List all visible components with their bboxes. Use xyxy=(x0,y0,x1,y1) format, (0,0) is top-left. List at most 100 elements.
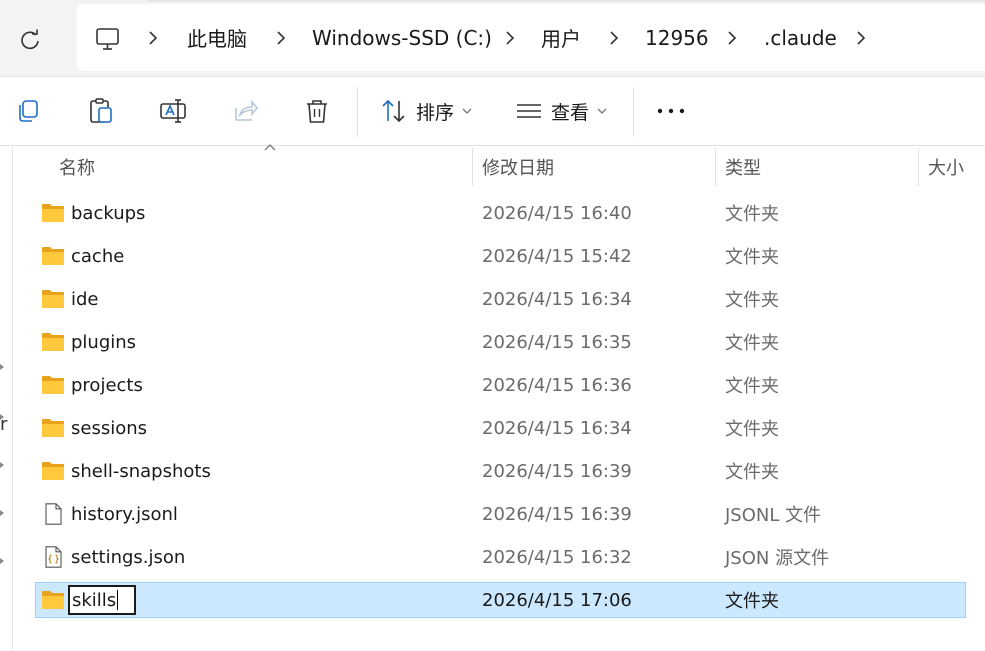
file-type: 文件夹 xyxy=(725,462,779,483)
text-caret xyxy=(117,590,119,610)
copy-icon xyxy=(19,100,38,122)
breadcrumb-current-folder[interactable]: .claude xyxy=(764,4,837,71)
file-type: 文件夹 xyxy=(725,591,779,612)
view-icon xyxy=(517,104,541,118)
paste-button[interactable] xyxy=(86,89,116,133)
rename-input-value: skills xyxy=(72,589,117,611)
breadcrumb-chevron-icon[interactable] xyxy=(500,28,520,48)
share-icon xyxy=(235,99,259,121)
sort-label: 排序 xyxy=(416,101,455,124)
folder-icon xyxy=(42,290,64,308)
folder-icon xyxy=(42,333,64,351)
file-type: 文件夹 xyxy=(725,333,779,354)
list-item[interactable]: sessions 2026/4/15 16:34 文件夹 xyxy=(35,410,966,446)
file-type: 文件夹 xyxy=(725,419,779,440)
address-bar[interactable]: 此电脑 Windows-SSD (C:) 用户 12956 .claude xyxy=(77,4,985,71)
file-icon xyxy=(45,503,62,525)
file-date: 2026/4/15 16:39 xyxy=(482,460,632,482)
list-item[interactable]: settings.json 2026/4/15 16:32 JSON 源文件 xyxy=(35,539,966,575)
list-item[interactable]: shell-snapshots 2026/4/15 16:39 文件夹 xyxy=(35,453,966,489)
file-date: 2026/4/15 16:36 xyxy=(482,374,632,396)
list-item[interactable]: backups 2026/4/15 16:40 文件夹 xyxy=(35,195,966,231)
file-date: 2026/4/15 16:32 xyxy=(482,546,632,568)
column-divider[interactable] xyxy=(472,148,473,186)
refresh-icon xyxy=(21,29,39,50)
file-name: ide xyxy=(71,288,99,310)
folder-icon xyxy=(42,591,64,609)
file-name: history.jsonl xyxy=(71,503,178,525)
file-date: 2026/4/15 16:39 xyxy=(482,503,632,525)
file-name: cache xyxy=(71,245,125,267)
file-type: JSON 源文件 xyxy=(725,548,830,569)
more-icon xyxy=(657,108,685,114)
list-item[interactable]: history.jsonl 2026/4/15 16:39 JSONL 文件 xyxy=(35,496,966,532)
breadcrumb-user-folder[interactable]: 12956 xyxy=(645,4,709,71)
breadcrumb-this-pc[interactable]: 此电脑 xyxy=(187,4,247,71)
top-divider xyxy=(147,0,985,2)
file-name: plugins xyxy=(71,331,137,353)
trash-icon xyxy=(307,100,327,123)
file-date: 2026/4/15 16:40 xyxy=(482,202,632,224)
list-item[interactable]: ide 2026/4/15 16:34 文件夹 xyxy=(35,281,966,317)
folder-icon xyxy=(42,462,64,480)
expand-chevron-icon[interactable] xyxy=(0,462,4,468)
navigation-pane[interactable]: r xyxy=(0,146,13,651)
expand-chevron-icon[interactable] xyxy=(0,364,4,370)
column-header-date[interactable]: 修改日期 xyxy=(482,146,554,188)
file-name: projects xyxy=(71,374,143,396)
column-header-type[interactable]: 类型 xyxy=(725,146,761,188)
file-type: 文件夹 xyxy=(725,247,779,268)
toolbar-separator xyxy=(357,87,358,137)
expand-chevron-icon[interactable] xyxy=(0,558,4,564)
file-name: sessions xyxy=(71,417,148,439)
sort-ascending-icon xyxy=(264,144,276,151)
file-name: shell-snapshots xyxy=(71,460,211,482)
list-item[interactable]: cache 2026/4/15 15:42 文件夹 xyxy=(35,238,966,274)
sort-icon xyxy=(382,99,405,123)
breadcrumb-chevron-icon[interactable] xyxy=(722,28,742,48)
file-type: JSONL 文件 xyxy=(725,505,822,526)
folder-icon xyxy=(42,247,64,265)
breadcrumb-chevron-icon[interactable] xyxy=(271,28,291,48)
breadcrumb-users[interactable]: 用户 xyxy=(541,4,581,71)
list-item-selected[interactable]: skills 2026/4/15 17:06 文件夹 xyxy=(35,582,966,618)
column-divider[interactable] xyxy=(918,148,919,186)
delete-button[interactable] xyxy=(302,89,332,133)
paste-icon xyxy=(90,98,112,123)
file-name: backups xyxy=(71,202,146,224)
breadcrumb-drive[interactable]: Windows-SSD (C:) xyxy=(312,4,492,71)
file-type: 文件夹 xyxy=(725,376,779,397)
file-date: 2026/4/15 15:42 xyxy=(482,245,632,267)
refresh-button[interactable] xyxy=(14,24,46,56)
view-button[interactable]: 查看 xyxy=(515,89,607,133)
breadcrumb-chevron-icon[interactable] xyxy=(143,28,163,48)
computer-icon xyxy=(96,28,119,50)
file-name: settings.json xyxy=(71,546,186,568)
share-button[interactable] xyxy=(230,89,260,133)
column-header-name[interactable]: 名称 xyxy=(59,146,95,188)
folder-icon xyxy=(42,419,64,437)
json-file-icon xyxy=(45,546,62,568)
breadcrumb-chevron-icon[interactable] xyxy=(851,28,871,48)
column-header-size[interactable]: 大小 xyxy=(928,146,964,188)
list-item[interactable]: projects 2026/4/15 16:36 文件夹 xyxy=(35,367,966,403)
folder-icon xyxy=(42,376,64,394)
column-divider[interactable] xyxy=(715,148,716,186)
expand-chevron-icon[interactable] xyxy=(0,414,4,420)
copy-button[interactable] xyxy=(14,89,44,133)
file-date: 2026/4/15 16:34 xyxy=(482,417,632,439)
view-label: 查看 xyxy=(551,101,590,124)
breadcrumb-chevron-icon[interactable] xyxy=(604,28,624,48)
column-header-row: 名称 修改日期 类型 大小 xyxy=(12,144,985,188)
rename-input[interactable]: skills xyxy=(68,585,136,615)
toolbar-separator xyxy=(633,87,634,137)
more-options-button[interactable] xyxy=(656,89,686,133)
file-date: 2026/4/15 16:35 xyxy=(482,331,632,353)
rename-button[interactable] xyxy=(158,89,190,133)
rename-icon xyxy=(160,99,186,123)
sort-button[interactable]: 排序 xyxy=(380,89,472,133)
chevron-down-icon xyxy=(597,108,607,114)
list-item[interactable]: plugins 2026/4/15 16:35 文件夹 xyxy=(35,324,966,360)
file-type: 文件夹 xyxy=(725,204,779,225)
expand-chevron-icon[interactable] xyxy=(0,510,4,516)
